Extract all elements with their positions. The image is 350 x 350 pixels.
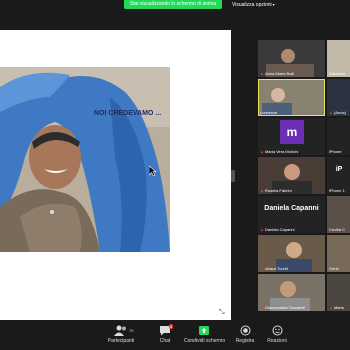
record-icon — [240, 325, 250, 336]
slide-photo — [0, 67, 170, 252]
chat-button[interactable]: 6 Chat — [145, 324, 185, 345]
resize-handle[interactable] — [231, 170, 235, 182]
active-speaker-tile[interactable]: Loredana — [258, 79, 325, 116]
participant-tile[interactable]: ▲Mario — [327, 274, 350, 311]
mic-muted-icon: ▲ — [260, 266, 264, 271]
mic-muted-icon: ▲ — [260, 227, 264, 232]
participant-name: Loredana — [260, 110, 277, 115]
mic-muted-icon: ▲ — [260, 188, 264, 193]
participants-count: 75 — [129, 328, 134, 333]
smiley-icon — [272, 325, 282, 336]
participant-name: ▲Maria Vera Morichi — [260, 149, 299, 154]
share-screen-label: Condividi schermo — [184, 338, 226, 344]
screen-share-banner: Stai visualizzando lo schermo di anima — [124, 0, 222, 9]
participant-name: ▲Rosella Fabrini — [260, 188, 292, 193]
reactions-label: Reazioni — [267, 338, 287, 344]
participants-icon — [114, 325, 126, 336]
participant-name: iPhone — [329, 149, 342, 154]
participant-name: iPhone 1 — [329, 188, 345, 193]
chat-badge: 6 — [169, 324, 174, 329]
participant-label: Daniela Capanni — [264, 205, 319, 212]
participant-name: ▲(Anna) — [329, 110, 346, 115]
view-options-button[interactable]: Visualizza opzioni▾ — [232, 1, 275, 9]
view-options-label: Visualizza opzioni — [232, 2, 272, 8]
participant-name: ▲Daniela Capanni — [260, 227, 295, 232]
participant-tile[interactable]: ▲Giancamarla Toccaceli — [258, 274, 325, 311]
participant-tile[interactable]: ▲Rosella Fabrini — [258, 157, 325, 194]
participant-tile[interactable]: iP iPhone 1 — [327, 157, 350, 194]
mic-muted-icon: ▲ — [329, 110, 333, 115]
participant-tile[interactable]: ▲chiara Turchi — [258, 235, 325, 272]
participant-tile[interactable]: m ▲Maria Vera Morichi — [258, 118, 325, 155]
participant-name: Gerfo — [329, 266, 340, 271]
participants-button[interactable]: 75 Partecipanti — [101, 325, 141, 345]
participant-tile[interactable]: iPhone — [327, 118, 350, 155]
participant-tile[interactable]: Daniela Capanni ▲Daniela Capanni — [258, 196, 325, 233]
woman-in-blue-scarf-image — [0, 67, 170, 252]
meeting-toolbar: 75 Partecipanti 6 Chat Condividi schermo… — [0, 320, 350, 350]
top-bar: Stai visualizzando lo schermo di anima V… — [0, 0, 350, 14]
participant-name: Gabriella — [329, 71, 346, 76]
participant-name: ▲Giancamarla Toccaceli — [260, 305, 306, 310]
slide-title: NOI CREDEVAMO ... — [94, 110, 162, 117]
share-screen-button[interactable]: Condividi schermo — [184, 325, 226, 345]
avatar: m — [280, 120, 304, 144]
participant-name: ▲Mario — [329, 305, 344, 310]
chevron-down-icon: ▾ — [272, 2, 275, 7]
participant-gallery: ▲Anna Maria Bulli Gabriella Loredana ▲(A… — [258, 30, 350, 320]
participant-name: Cecilia C — [329, 227, 346, 232]
participant-tile[interactable]: ▲Anna Maria Bulli — [258, 40, 325, 77]
chat-label: Chat — [159, 338, 171, 344]
participant-name: ▲chiara Turchi — [260, 266, 288, 271]
participant-tile[interactable]: Gabriella — [327, 40, 350, 77]
participant-name: ▲Anna Maria Bulli — [260, 71, 295, 76]
participant-tile[interactable]: Gerfo — [327, 235, 350, 272]
reactions-button[interactable]: Reazioni — [257, 325, 297, 345]
mic-muted-icon: ▲ — [260, 71, 264, 76]
share-screen-icon — [199, 326, 209, 335]
expand-icon[interactable]: ⤡ — [219, 309, 225, 317]
participant-tile[interactable]: Cecilia C — [327, 196, 350, 233]
mic-muted-icon: ▲ — [260, 149, 264, 154]
participant-tile[interactable]: ▲(Anna) — [327, 79, 350, 116]
mic-muted-icon: ▲ — [260, 305, 264, 310]
participant-label: iP — [335, 166, 343, 173]
mouse-cursor-icon — [148, 163, 157, 181]
participants-label: Partecipanti — [107, 338, 135, 344]
mic-muted-icon: ▲ — [329, 305, 333, 310]
